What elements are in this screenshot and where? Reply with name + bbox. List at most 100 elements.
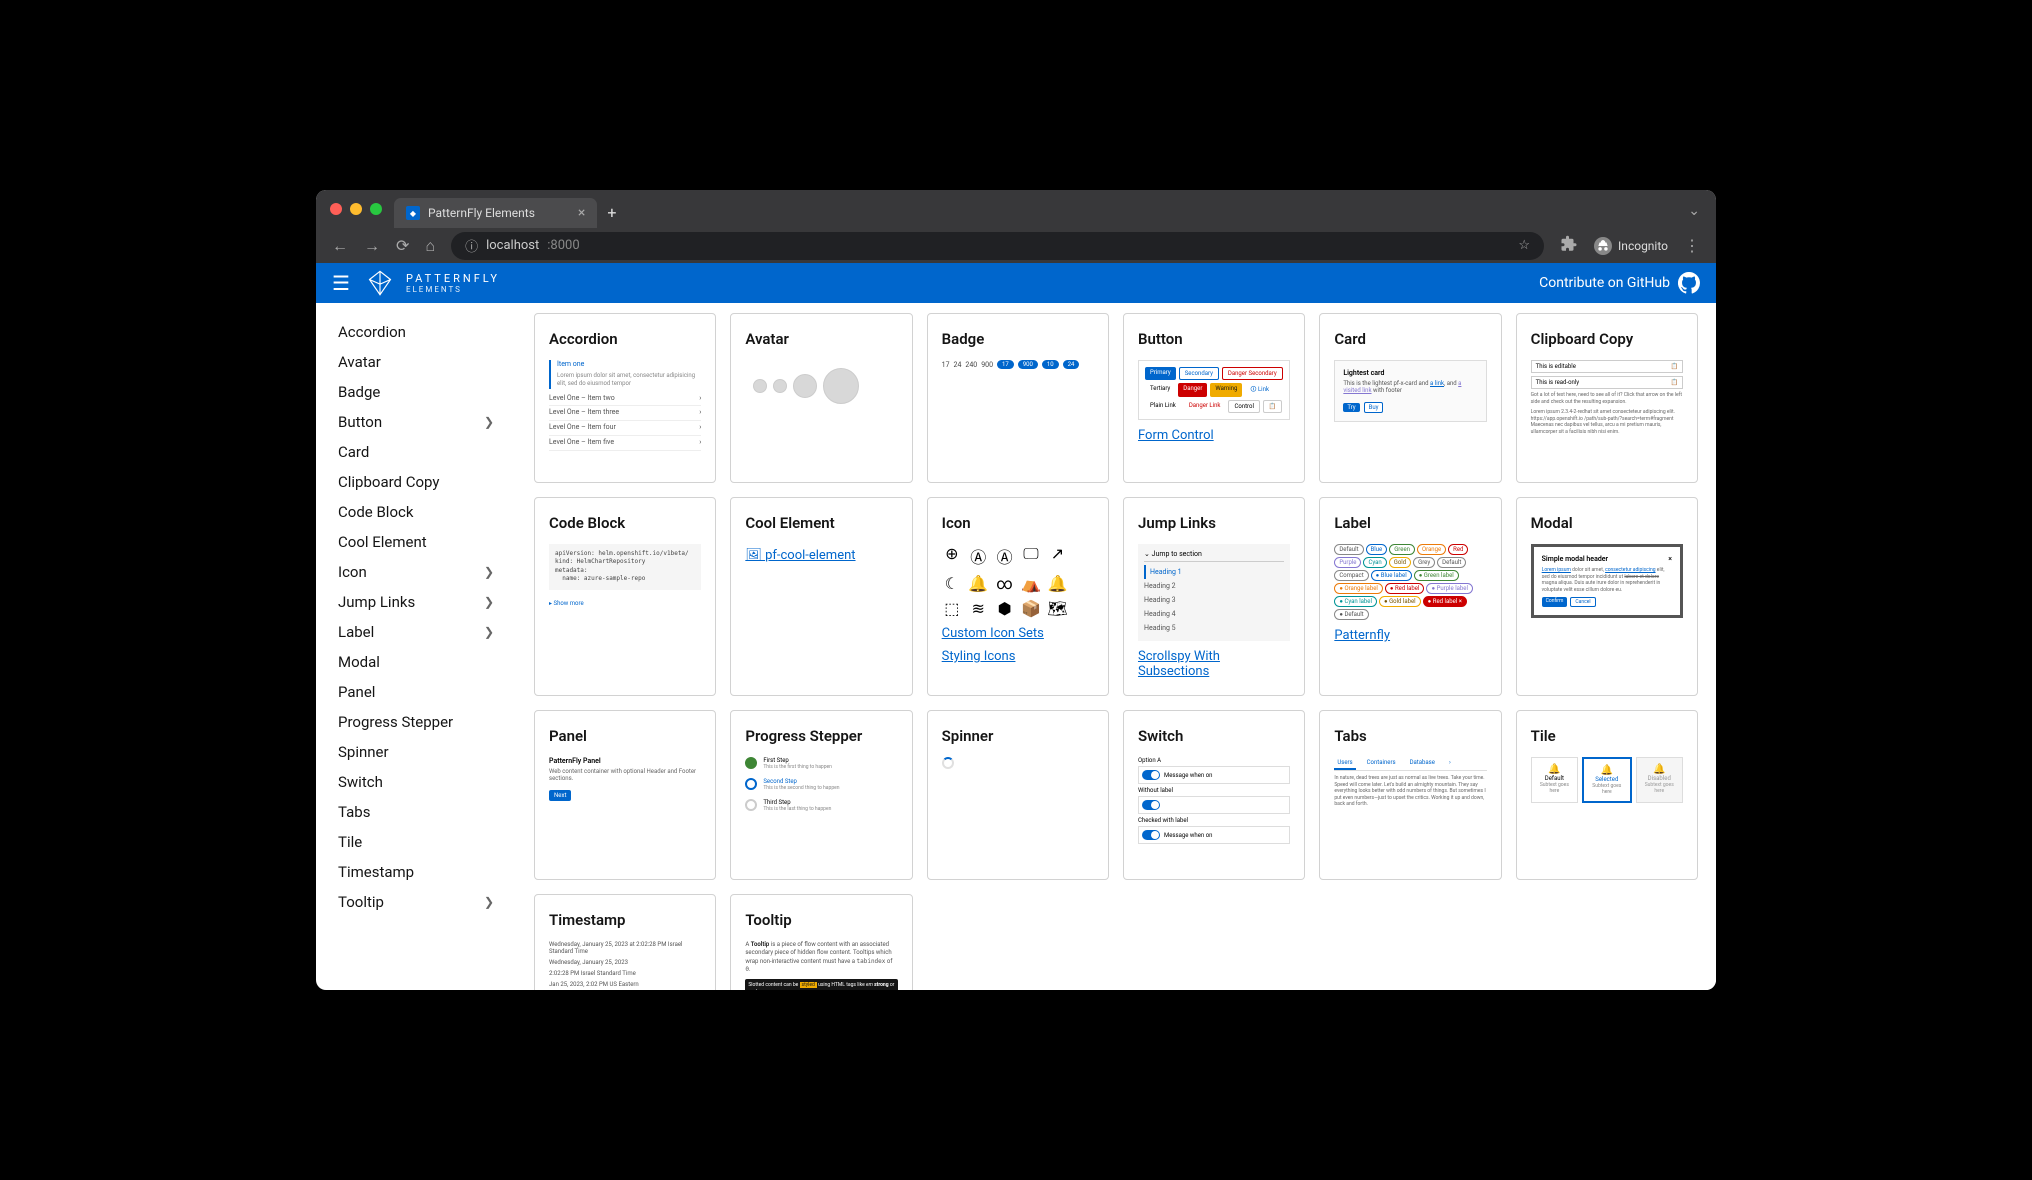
- select-icon: ⬚: [942, 599, 962, 618]
- sidebar-item-timestamp[interactable]: Timestamp: [316, 857, 516, 887]
- show-more-link[interactable]: ▸ Show more: [549, 600, 584, 607]
- card-clipboard[interactable]: Clipboard Copy This is editable📋 This is…: [1516, 313, 1698, 483]
- card-title: Icon: [942, 514, 1094, 532]
- scrollspy-link[interactable]: Scrollspy With Subsections: [1138, 649, 1290, 679]
- card-title: Tooltip: [745, 911, 897, 929]
- logo-sub: ELEMENTS: [406, 285, 500, 295]
- card-cool-element[interactable]: Cool Element 🖼 pf-cool-element: [730, 497, 912, 696]
- styling-icons-link[interactable]: Styling Icons: [942, 649, 1016, 664]
- info-icon[interactable]: ⓘ: [465, 236, 478, 255]
- main-area: AccordionAvatarBadgeButton❯CardClipboard…: [316, 303, 1716, 990]
- content: Accordion Item one Lorem ipsum dolor sit…: [516, 303, 1716, 990]
- card-tooltip[interactable]: Tooltip A Tooltip is a piece of flow con…: [730, 894, 912, 990]
- patternfly-link[interactable]: Patternfly: [1334, 628, 1390, 643]
- chevron-right-icon: ❯: [484, 595, 494, 609]
- hamburger-icon[interactable]: ☰: [332, 271, 350, 295]
- layers-icon: ≋: [968, 599, 988, 618]
- card-label[interactable]: Label DefaultBlueGreenOrangeRedPurple Cy…: [1319, 497, 1501, 696]
- card-panel[interactable]: Panel PatternFly Panel Web content conta…: [534, 710, 716, 880]
- custom-icon-sets-link[interactable]: Custom Icon Sets: [942, 626, 1044, 641]
- sidebar-item-tabs[interactable]: Tabs: [316, 797, 516, 827]
- sidebar-item-tile[interactable]: Tile: [316, 827, 516, 857]
- sidebar-item-code-block[interactable]: Code Block: [316, 497, 516, 527]
- tabs-menu-icon[interactable]: ⌄: [1688, 203, 1700, 219]
- card-progress[interactable]: Progress Stepper First StepThis is the f…: [730, 710, 912, 880]
- card-modal[interactable]: Modal Simple modal header× Lorem ipsum d…: [1516, 497, 1698, 696]
- card-title: Label: [1334, 514, 1486, 532]
- card-button[interactable]: Button Primary Secondary Danger Secondar…: [1123, 313, 1305, 483]
- bell-solid-icon: 🔔: [1047, 574, 1067, 593]
- sidebar-item-accordion[interactable]: Accordion: [316, 317, 516, 347]
- extensions-icon[interactable]: [1560, 235, 1578, 257]
- url-input[interactable]: ⓘ localhost:8000 ☆: [451, 232, 1544, 260]
- app-header: ☰ PATTERNFLY ELEMENTS Contribute on GitH…: [316, 263, 1716, 303]
- contribute-link[interactable]: Contribute on GitHub: [1539, 272, 1700, 294]
- broken-image-link[interactable]: 🖼 pf-cool-element: [745, 548, 855, 563]
- card-title: Code Block: [549, 514, 701, 532]
- sidebar-item-modal[interactable]: Modal: [316, 647, 516, 677]
- reload-icon[interactable]: ⟳: [396, 236, 409, 255]
- plus-circle-icon: ⊕: [942, 544, 962, 568]
- sidebar-item-card[interactable]: Card: [316, 437, 516, 467]
- traffic-lights: [330, 203, 382, 215]
- card-card[interactable]: Card Lightest card This is the lightest …: [1319, 313, 1501, 483]
- card-timestamp[interactable]: Timestamp Wednesday, January 25, 2023 at…: [534, 894, 716, 990]
- card-badge[interactable]: Badge 1724240900 179001024: [927, 313, 1109, 483]
- back-icon[interactable]: ←: [332, 236, 348, 256]
- bell-icon: 🔔: [1536, 764, 1573, 775]
- sidebar: AccordionAvatarBadgeButton❯CardClipboard…: [316, 303, 516, 990]
- maximize-icon[interactable]: [370, 203, 382, 215]
- sidebar-item-clipboard-copy[interactable]: Clipboard Copy: [316, 467, 516, 497]
- sidebar-item-avatar[interactable]: Avatar: [316, 347, 516, 377]
- titlebar: ◆ PatternFly Elements × + ⌄: [316, 190, 1716, 228]
- card-jumplinks[interactable]: Jump Links ⌄ Jump to section Heading 1 H…: [1123, 497, 1305, 696]
- sidebar-item-progress-stepper[interactable]: Progress Stepper: [316, 707, 516, 737]
- browser-tab[interactable]: ◆ PatternFly Elements ×: [394, 198, 597, 228]
- logo[interactable]: PATTERNFLY ELEMENTS: [366, 269, 500, 297]
- avatar-icon: [823, 368, 859, 404]
- incognito-badge[interactable]: Incognito: [1594, 237, 1668, 255]
- sidebar-item-jump-links[interactable]: Jump Links❯: [316, 587, 516, 617]
- sidebar-item-switch[interactable]: Switch: [316, 767, 516, 797]
- form-control-link[interactable]: Form Control: [1138, 428, 1214, 443]
- sidebar-item-label[interactable]: Label❯: [316, 617, 516, 647]
- sidebar-item-tooltip[interactable]: Tooltip❯: [316, 887, 516, 917]
- sidebar-item-cool-element[interactable]: Cool Element: [316, 527, 516, 557]
- map-icon: 🗺: [1047, 599, 1067, 618]
- card-spinner[interactable]: Spinner: [927, 710, 1109, 880]
- url-bar: ← → ⟳ ⌂ ⓘ localhost:8000 ☆ Incognito ⋮: [316, 228, 1716, 263]
- card-avatar[interactable]: Avatar: [730, 313, 912, 483]
- minimize-icon[interactable]: [350, 203, 362, 215]
- sidebar-item-panel[interactable]: Panel: [316, 677, 516, 707]
- browser-menu-icon[interactable]: ⋮: [1684, 236, 1700, 255]
- sidebar-item-spinner[interactable]: Spinner: [316, 737, 516, 767]
- chevron-right-icon: ❯: [484, 625, 494, 639]
- chevron-right-icon: ❯: [484, 415, 494, 429]
- card-tile[interactable]: Tile 🔔DefaultSubtext goes here 🔔Selected…: [1516, 710, 1698, 880]
- card-codeblock[interactable]: Code Block apiVersion: helm.openshift.io…: [534, 497, 716, 696]
- sidebar-item-button[interactable]: Button❯: [316, 407, 516, 437]
- close-tab-icon[interactable]: ×: [578, 205, 585, 221]
- card-title: Switch: [1138, 727, 1290, 745]
- share-icon: ↗: [1047, 544, 1067, 568]
- browser-window: ◆ PatternFly Elements × + ⌄ ← → ⟳ ⌂ ⓘ lo…: [316, 190, 1716, 990]
- bookmark-icon[interactable]: ☆: [1518, 238, 1530, 253]
- forward-icon[interactable]: →: [364, 236, 380, 256]
- sidebar-item-icon[interactable]: Icon❯: [316, 557, 516, 587]
- card-switch[interactable]: Switch Option A Message when on Without …: [1123, 710, 1305, 880]
- display-icon: 🖵: [1021, 544, 1041, 568]
- spinner-icon: [942, 757, 954, 769]
- sidebar-item-badge[interactable]: Badge: [316, 377, 516, 407]
- close-icon[interactable]: [330, 203, 342, 215]
- cube-icon: ⬢: [994, 599, 1014, 618]
- card-accordion[interactable]: Accordion Item one Lorem ipsum dolor sit…: [534, 313, 716, 483]
- avatar-icon: [753, 379, 767, 393]
- home-icon[interactable]: ⌂: [425, 236, 435, 256]
- card-tabs[interactable]: Tabs Users Containers Database › In natu…: [1319, 710, 1501, 880]
- new-tab-button[interactable]: +: [607, 203, 616, 222]
- bell-icon: 🔔: [1641, 764, 1678, 775]
- logo-main: PATTERNFLY: [406, 272, 500, 285]
- bell-icon: 🔔: [968, 574, 988, 593]
- card-title: Cool Element: [745, 514, 897, 532]
- card-icon[interactable]: Icon ⊕ⒶⒶ🖵↗ ☾🔔∞⛺🔔 ⬚≋⬢📦🗺 Custom Icon Sets …: [927, 497, 1109, 696]
